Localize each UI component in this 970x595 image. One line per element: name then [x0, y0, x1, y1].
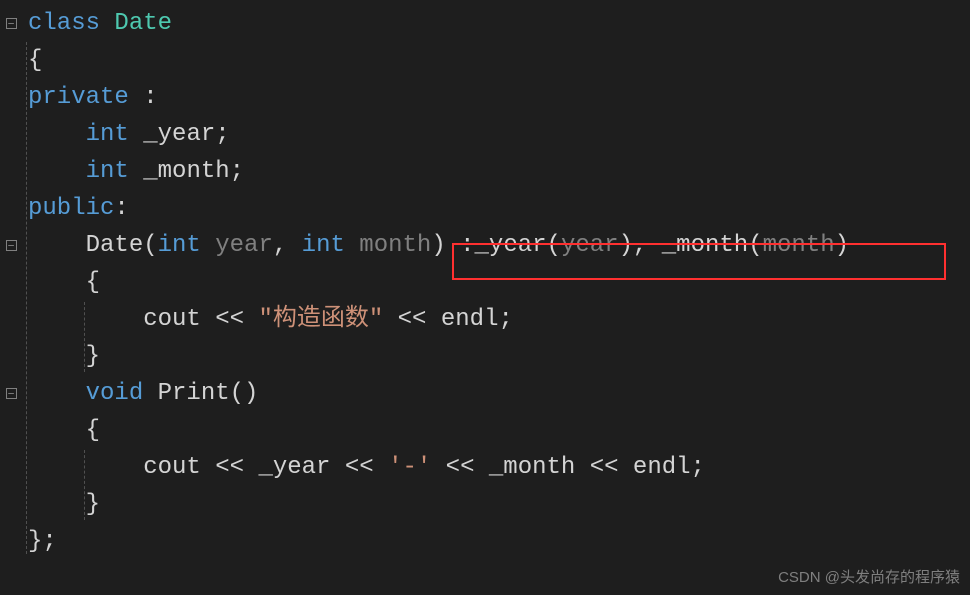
cout: cout [143, 306, 201, 333]
indent-guide-3 [84, 450, 85, 520]
brace: } [86, 343, 100, 370]
code-line[interactable]: cout << "构造函数" << endl; [0, 301, 970, 338]
code-line[interactable]: private : [0, 79, 970, 116]
watermark: CSDN @头发尚存的程序猿 [778, 566, 960, 587]
code-line[interactable]: − void Print() [0, 375, 970, 412]
cout: cout [143, 454, 201, 481]
code-line[interactable]: { [0, 264, 970, 301]
code-editor[interactable]: − class Date { private : int _year; int … [0, 0, 970, 565]
type-name: Date [114, 10, 172, 37]
function-name: Print [158, 380, 230, 407]
brace: { [28, 47, 42, 74]
keyword-private: private [28, 84, 129, 111]
code-line[interactable]: cout << _year << '-' << _month << endl; [0, 449, 970, 486]
param-year: year [215, 232, 273, 259]
constructor-name: Date [86, 232, 144, 259]
fold-minus-icon[interactable]: − [6, 240, 17, 251]
brace: { [86, 269, 100, 296]
brace-close: }; [28, 528, 57, 555]
code-line[interactable]: public: [0, 190, 970, 227]
keyword-void: void [86, 380, 144, 407]
param-month: month [359, 232, 431, 259]
fold-minus-icon[interactable]: − [6, 388, 17, 399]
code-line[interactable]: − Date(int year, int month) :_year(year)… [0, 227, 970, 264]
code-line[interactable]: int _year; [0, 116, 970, 153]
keyword-class: class [28, 10, 100, 37]
code-line[interactable]: }; [0, 523, 970, 560]
string-literal: "构造函数" [258, 306, 383, 333]
keyword-int: int [86, 121, 129, 148]
brace: { [86, 417, 100, 444]
brace: } [86, 491, 100, 518]
code-line[interactable]: { [0, 412, 970, 449]
code-line[interactable]: } [0, 486, 970, 523]
indent-guide-2 [84, 302, 85, 372]
keyword-int: int [86, 158, 129, 185]
code-line[interactable]: } [0, 338, 970, 375]
field-month: _month [143, 158, 229, 185]
code-line[interactable]: { [0, 42, 970, 79]
field-year: _year [143, 121, 215, 148]
code-line[interactable]: int _month; [0, 153, 970, 190]
code-line[interactable]: − class Date [0, 5, 970, 42]
char-literal: '-' [388, 454, 431, 481]
indent-guide [26, 42, 27, 554]
fold-minus-icon[interactable]: − [6, 18, 17, 29]
keyword-public: public [28, 195, 114, 222]
